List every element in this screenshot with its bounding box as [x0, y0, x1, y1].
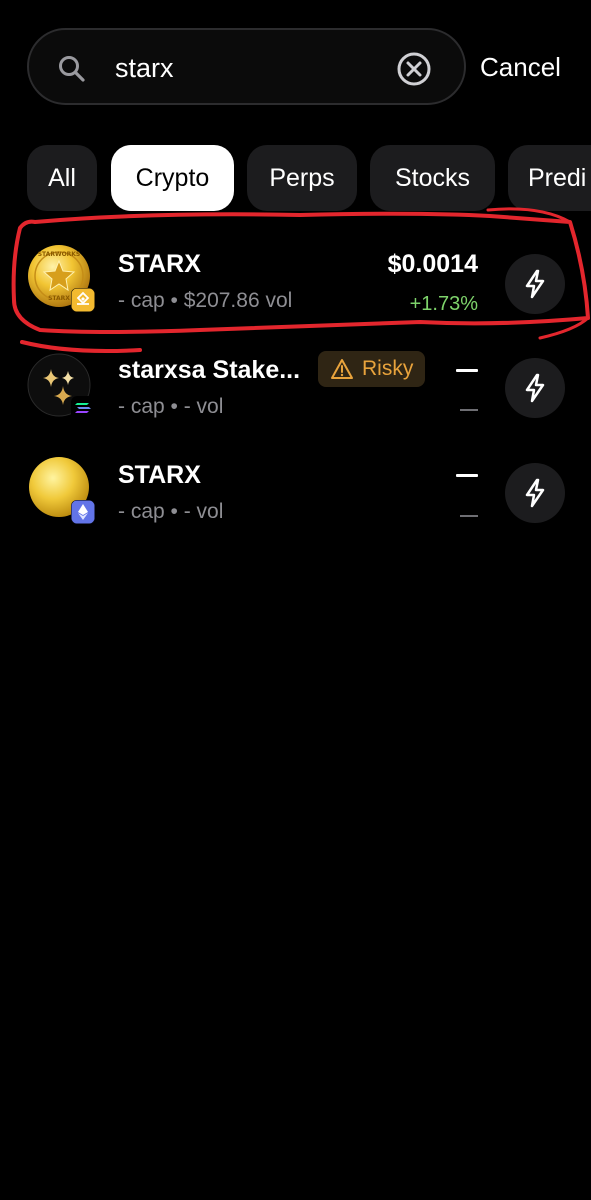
tab-all[interactable]: All — [27, 145, 97, 211]
clear-icon[interactable] — [396, 51, 432, 87]
ethereum-chain-icon — [71, 500, 95, 524]
lightning-icon — [525, 373, 545, 403]
lightning-icon — [525, 478, 545, 508]
token-name: STARX — [118, 461, 201, 489]
cancel-button[interactable]: Cancel — [480, 50, 561, 84]
risky-label: Risky — [362, 357, 414, 380]
token-market-info: - cap • - vol — [118, 500, 224, 523]
risky-badge: Risky — [318, 351, 426, 387]
tab-predictions[interactable]: Predi — [508, 145, 591, 211]
tab-predictions-label: Predi — [528, 163, 587, 192]
warning-icon — [331, 359, 353, 379]
token-market-info: - cap • $207.86 vol — [118, 289, 293, 312]
change-placeholder — [460, 409, 478, 411]
bnb-chain-icon — [71, 288, 95, 312]
coin-logo-bottom-text: STARX — [48, 295, 70, 302]
result-row-starx-eth[interactable]: STARX - cap • - vol — [0, 445, 591, 545]
search-icon — [59, 56, 85, 82]
lightning-icon — [525, 269, 545, 299]
token-name: STARX — [118, 250, 201, 278]
tab-perps[interactable]: Perps — [247, 145, 357, 211]
quick-buy-button[interactable] — [505, 254, 565, 314]
result-row-starxsa[interactable]: starxsa Stake... - cap • - vol — [0, 340, 591, 440]
search-results-screen: starx Cancel All Crypto Perps Stocks Pre… — [0, 0, 591, 1200]
category-tabs: All Crypto Perps Stocks Predi — [0, 145, 591, 211]
price-placeholder — [456, 474, 478, 477]
token-change: +1.73% — [409, 293, 478, 315]
tab-stocks[interactable]: Stocks — [370, 145, 495, 211]
solana-chain-icon — [71, 396, 95, 420]
token-name: starxsa Stake... — [118, 356, 301, 384]
quick-buy-button[interactable] — [505, 463, 565, 523]
coin-logo-top-text: STARWORKS — [38, 251, 81, 258]
token-market-info: - cap • - vol — [118, 395, 224, 418]
search-query[interactable]: starx — [115, 52, 174, 84]
price-placeholder — [456, 369, 478, 372]
token-price: $0.0014 — [387, 250, 478, 278]
search-input[interactable]: starx — [27, 28, 466, 105]
quick-buy-button[interactable] — [505, 358, 565, 418]
tab-crypto[interactable]: Crypto — [111, 145, 234, 211]
change-placeholder — [460, 515, 478, 517]
result-row-starx-bnb[interactable]: STARWORKS STARX STARX - cap • $207.86 vo… — [0, 230, 591, 330]
